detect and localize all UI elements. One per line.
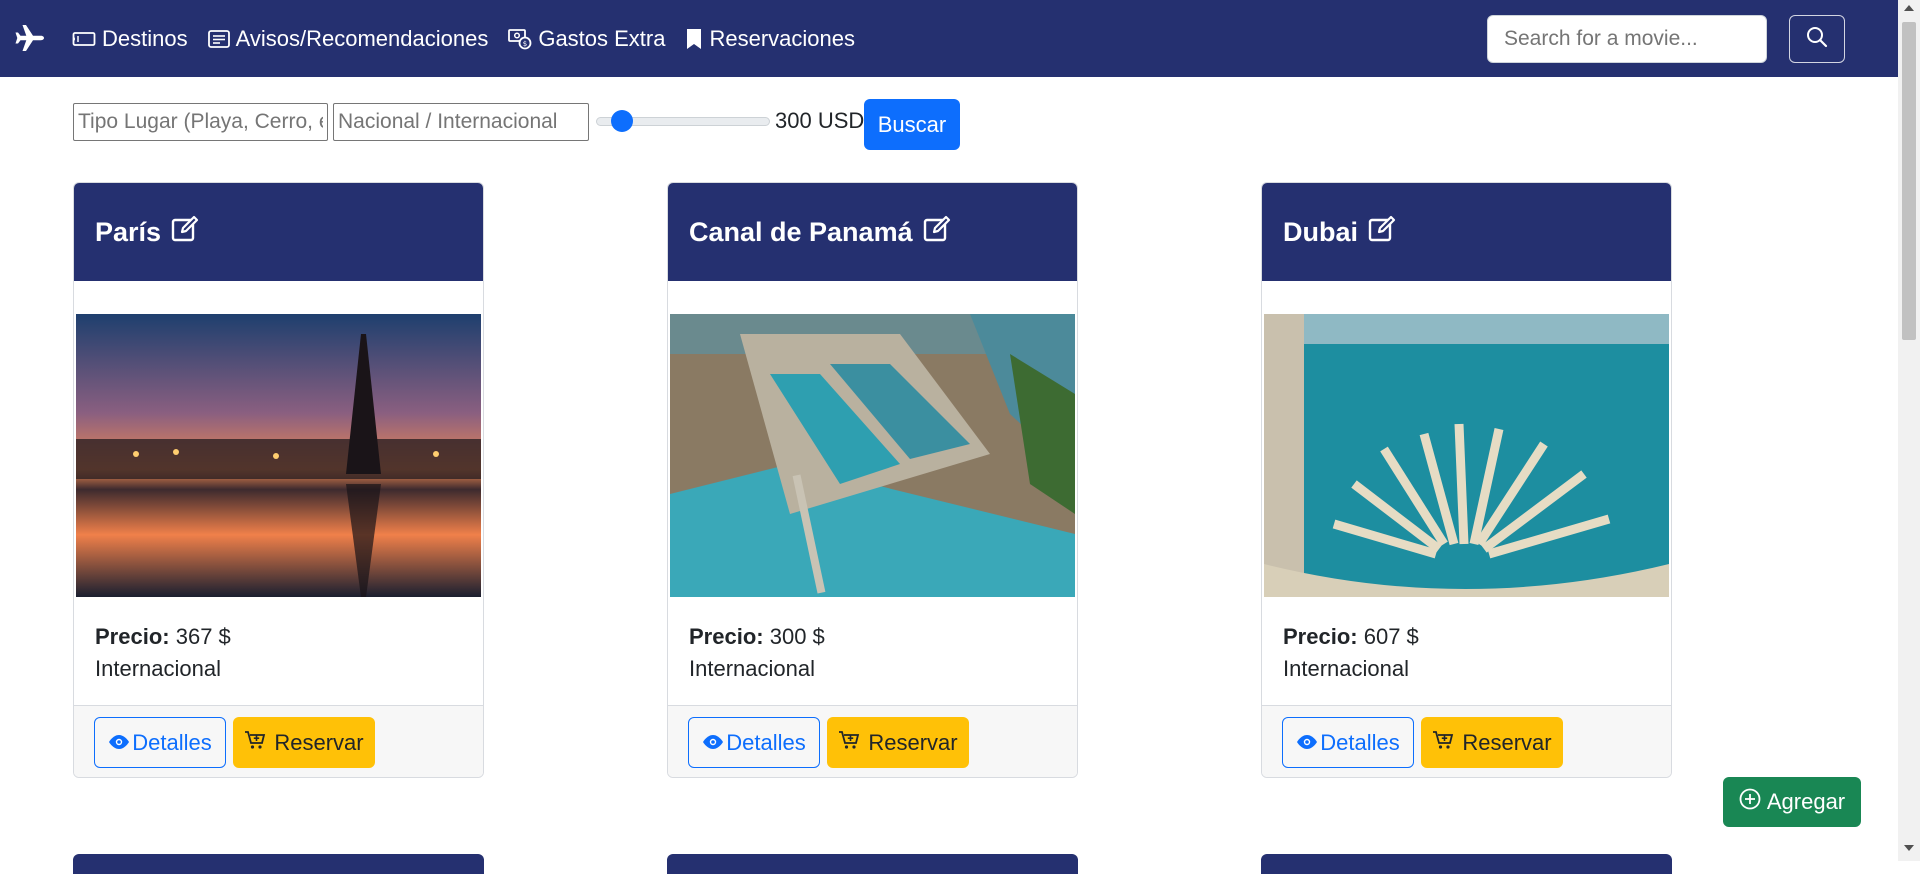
eye-icon — [108, 730, 130, 756]
nacional-internacional-input[interactable] — [333, 103, 589, 141]
scroll-up-arrow[interactable] — [1904, 5, 1914, 11]
navbar: Destinos Avisos/Recomendaciones $ Gastos… — [0, 0, 1898, 77]
destination-card-partial — [73, 854, 484, 874]
reservar-button[interactable]: Reservar — [233, 717, 375, 768]
eye-icon — [1296, 730, 1318, 756]
card-footer: Detalles Reservar — [1262, 705, 1671, 777]
card-header: Canal de Panamá — [668, 183, 1077, 281]
price-value: 300 $ — [769, 624, 825, 649]
nav-link-destinos[interactable]: Destinos — [72, 26, 188, 52]
panama-canal-image — [670, 314, 1075, 597]
detalles-label: Detalles — [726, 729, 806, 755]
airplane-icon[interactable] — [14, 24, 48, 54]
price-value-label: 300 USD — [775, 108, 865, 133]
slider-thumb[interactable] — [611, 110, 634, 132]
price-label: Precio: — [95, 624, 170, 649]
cash-coin-icon: $ — [508, 28, 532, 50]
card-title: Dubai — [1283, 216, 1359, 247]
nav-link-reservaciones[interactable]: Reservaciones — [685, 26, 855, 52]
edit-icon[interactable] — [171, 215, 199, 250]
card-body: Precio: 607 $ Internacional — [1283, 621, 1419, 685]
destination-card: París Precio: 367 $ Internacional Detall… — [73, 182, 484, 778]
svg-text:$: $ — [523, 40, 527, 48]
reservar-button[interactable]: Reservar — [827, 717, 969, 768]
reservar-label: Reservar — [868, 729, 958, 755]
agregar-button[interactable]: Agregar — [1723, 777, 1861, 827]
bookmark-icon — [685, 28, 703, 50]
detalles-button[interactable]: Detalles — [94, 717, 226, 768]
edit-icon[interactable] — [923, 215, 951, 250]
reservar-label: Reservar — [274, 729, 364, 755]
nav-link-gastos[interactable]: $ Gastos Extra — [508, 26, 665, 52]
scrollbar-thumb[interactable] — [1902, 22, 1916, 340]
detalles-button[interactable]: Detalles — [1282, 717, 1414, 768]
card-header: París — [74, 183, 483, 281]
detalles-label: Detalles — [1320, 729, 1400, 755]
card-footer: Detalles Reservar — [74, 705, 483, 777]
cart-plus-icon — [244, 729, 266, 757]
card-footer: Detalles Reservar — [668, 705, 1077, 777]
nav-link-avisos[interactable]: Avisos/Recomendaciones — [207, 25, 489, 52]
destination-card-partial — [667, 854, 1078, 874]
detalles-button[interactable]: Detalles — [688, 717, 820, 768]
search-icon — [1805, 25, 1829, 54]
reservar-button[interactable]: Reservar — [1421, 717, 1563, 768]
card-header: Dubai — [1262, 183, 1671, 281]
destination-card-partial — [1261, 854, 1672, 874]
card-title: París — [95, 216, 162, 247]
destination-type: Internacional — [1283, 656, 1409, 681]
card-body: Precio: 300 $ Internacional — [689, 621, 825, 685]
price-value: 367 $ — [175, 624, 231, 649]
nav-link-label: Gastos Extra — [538, 25, 666, 51]
dubai-palm-image — [1264, 314, 1669, 597]
destination-card: Canal de Panamá Precio: 300 $ Internacio… — [667, 182, 1078, 778]
eye-icon — [702, 730, 724, 756]
detalles-label: Detalles — [132, 729, 212, 755]
nav-link-label: Reservaciones — [709, 25, 855, 51]
destination-type: Internacional — [95, 656, 221, 681]
scroll-down-arrow[interactable] — [1904, 845, 1914, 851]
card-title: Canal de Panamá — [689, 216, 913, 247]
price-label: Precio: — [689, 624, 764, 649]
tipo-lugar-input[interactable] — [73, 103, 328, 141]
nav-link-label: Avisos/Recomendaciones — [235, 25, 489, 51]
reservar-label: Reservar — [1462, 729, 1552, 755]
card-text-icon — [207, 29, 230, 49]
ticket-icon — [72, 29, 96, 49]
destination-card: Dubai Precio: 607 $ Internacional Detall… — [1261, 182, 1672, 778]
card-body: Precio: 367 $ Internacional — [95, 621, 231, 685]
search-input[interactable] — [1487, 15, 1767, 63]
search-button[interactable] — [1789, 15, 1845, 63]
plus-circle-icon — [1739, 788, 1761, 816]
nav-link-label: Destinos — [102, 25, 188, 51]
price-value: 607 $ — [1363, 624, 1419, 649]
edit-icon[interactable] — [1368, 215, 1396, 250]
cart-plus-icon — [838, 729, 860, 757]
buscar-button[interactable]: Buscar — [864, 99, 960, 150]
nav-links: Destinos Avisos/Recomendaciones $ Gastos… — [72, 0, 855, 77]
cart-plus-icon — [1432, 729, 1454, 757]
destination-type: Internacional — [689, 656, 815, 681]
price-range-slider[interactable] — [596, 110, 770, 132]
agregar-label: Agregar — [1766, 789, 1846, 814]
price-label: Precio: — [1283, 624, 1358, 649]
paris-image — [76, 314, 481, 597]
